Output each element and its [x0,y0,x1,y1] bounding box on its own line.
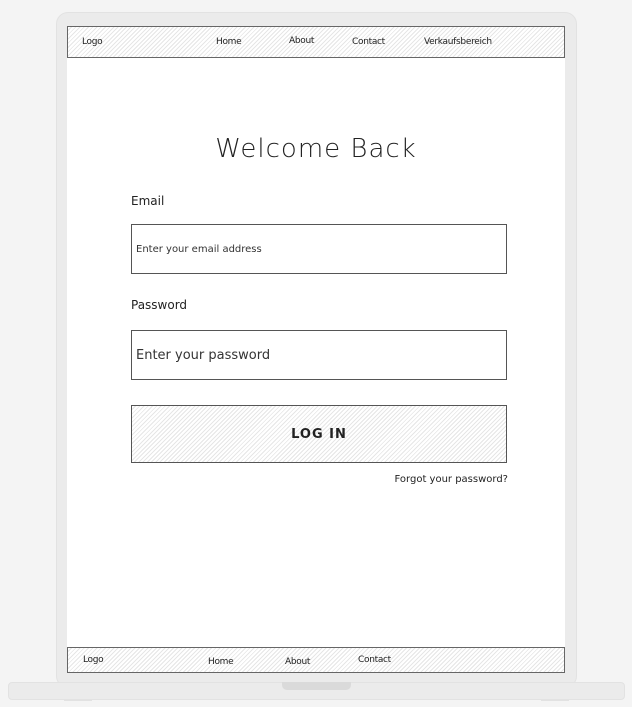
nav-contact[interactable]: Contact [352,37,385,47]
email-placeholder: Enter your email address [136,243,262,255]
password-label: Password [131,298,188,312]
footer-nav-about[interactable]: About [285,657,310,667]
email-label: Email [131,194,165,208]
footer-nav: Logo Home About Contact [67,647,565,673]
laptop-notch [282,682,351,690]
logo[interactable]: Logo [82,37,103,47]
laptop-foot [64,699,92,701]
nav-verkaufsbereich[interactable]: Verkaufsbereich [424,37,492,47]
laptop-foot [541,699,569,701]
password-input[interactable]: Enter your password [131,330,507,380]
email-input[interactable]: Enter your email address [131,224,507,274]
page-title: Welcome Back [215,134,417,164]
nav-home[interactable]: Home [216,37,242,47]
nav-about[interactable]: About [289,36,314,46]
login-button[interactable]: LOG IN [131,405,507,463]
footer-logo[interactable]: Logo [83,655,104,665]
password-placeholder: Enter your password [136,347,271,363]
header-nav: Logo Home About Contact Verkaufsbereich [67,26,565,58]
screen: Logo Home About Contact Verkaufsbereich … [67,26,565,673]
forgot-password-link[interactable]: Forgot your password? [395,474,508,485]
footer-nav-contact[interactable]: Contact [358,655,391,665]
footer-nav-home[interactable]: Home [208,657,234,667]
